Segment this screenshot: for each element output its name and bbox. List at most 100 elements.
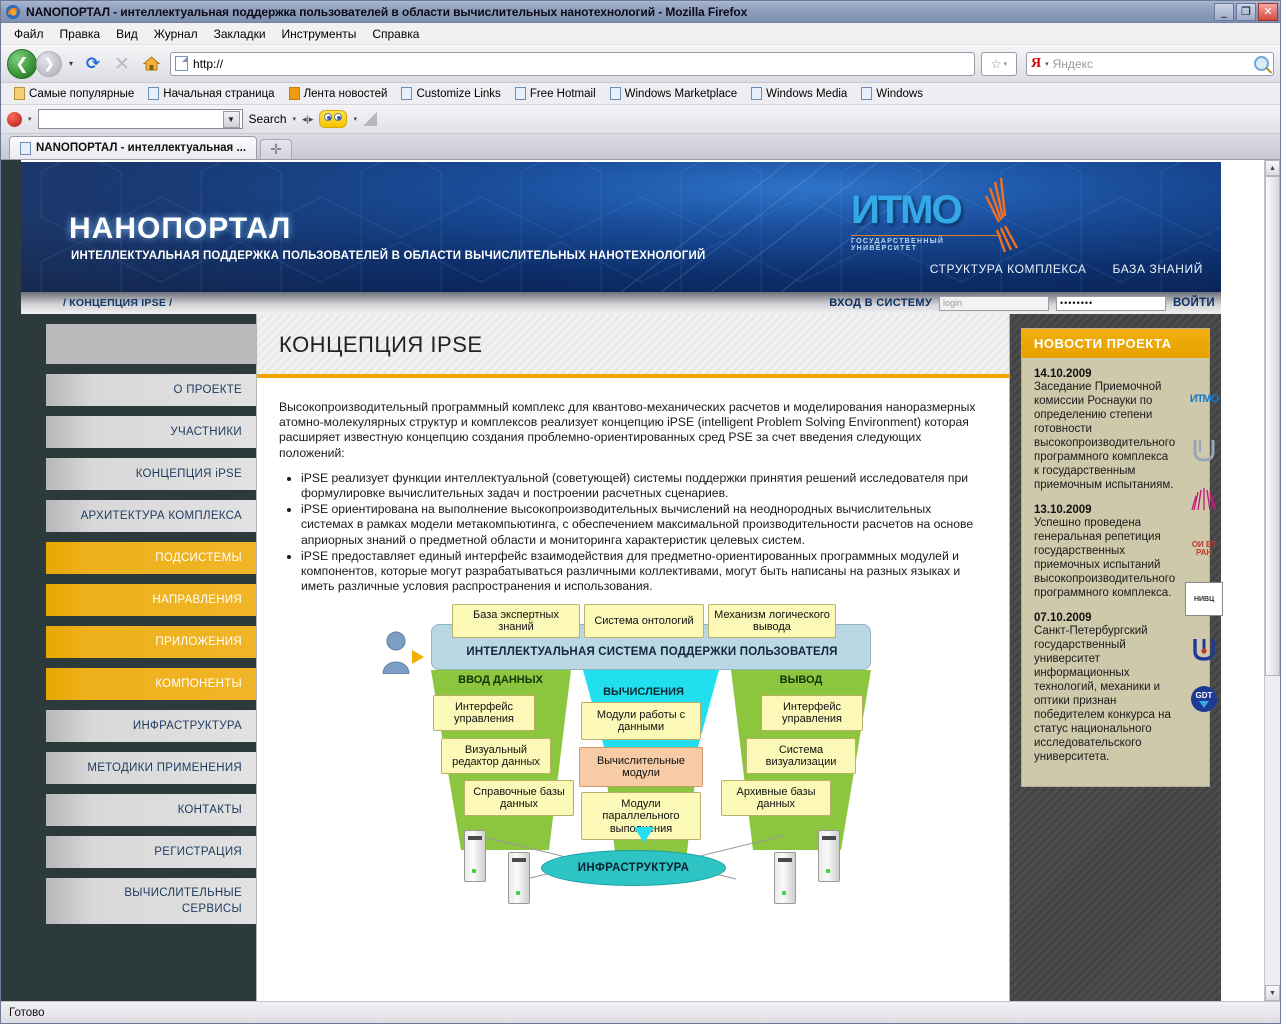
sidebar-item-applications[interactable]: ПРИЛОЖЕНИЯ [46,626,256,658]
ipse-architecture-diagram: ИНТЕЛЛЕКТУАЛЬНАЯ СИСТЕМА ПОДДЕРЖКИ ПОЛЬЗ… [376,602,886,905]
chevron-down-icon[interactable]: ▾ [353,115,357,123]
url-bar[interactable]: http:// [170,51,975,76]
site-banner: НАНОПОРТАЛ ИНТЕЛЛЕКТУАЛЬНАЯ ПОДДЕРЖКА ПО… [21,162,1221,292]
bookmark-item[interactable]: Самые популярные [7,87,141,100]
search-icon[interactable] [1254,56,1269,71]
niivc-msu-logo-icon[interactable] [1185,432,1223,466]
itmo-flame-icon [984,177,1019,253]
scrollbar-thumb[interactable] [1265,176,1280,676]
forward-arrow-icon[interactable]: ❯ [36,50,62,77]
chevron-down-icon[interactable]: ▾ [293,115,297,123]
bookmarks-bar: Самые популярные Начальная страница Лент… [1,83,1280,105]
sidebar-item-compute-services[interactable]: ВЫЧИСЛИТЕЛЬНЫЕ СЕРВИСЫ [46,878,256,924]
itmo-logo-icon[interactable]: ИТМО [1185,382,1223,416]
menu-item-bookmarks[interactable]: Закладки [207,25,273,43]
gray-triangle-icon[interactable] [362,112,377,126]
restore-button[interactable]: ❐ [1236,2,1256,21]
sidebar-item-components[interactable]: КОМПОНЕНТЫ [46,668,256,700]
bookmark-label: Customize Links [416,87,501,100]
scroll-down-button[interactable]: ▼ [1265,985,1280,1001]
news-item[interactable]: 07.10.2009 Санкт-Петербургский государст… [1034,612,1175,764]
article-bullet: iPSE предоставляет единый интерфейс взаи… [301,549,983,595]
news-item[interactable]: 14.10.2009 Заседание Приемочной комиссии… [1034,368,1175,492]
sidebar-item-ipse-concept[interactable]: КОНЦЕПЦИЯ iPSE [46,458,256,490]
page-icon [20,141,31,155]
oivt-ran-logo-icon[interactable]: ОИ ВТ РАН [1185,532,1223,566]
search-engine-dropdown-icon[interactable]: ▾ [1045,60,1049,68]
sidebar-item-infrastructure[interactable]: ИНФРАСТРУКТУРА [46,710,256,742]
itmo-logo[interactable]: ИТМО ГОСУДАРСТВЕННЫЙ УНИВЕРСИТЕТ [851,177,1041,273]
menu-item-history[interactable]: Журнал [147,25,205,43]
back-arrow-icon[interactable]: ❮ [7,48,37,79]
topnav-item-knowledgebase[interactable]: БАЗА ЗНАНИЙ [1112,262,1203,276]
reload-icon[interactable]: ⟳ [80,51,106,77]
sidebar-item-label-line1: ВЫЧИСЛИТЕЛЬНЫЕ [124,887,242,899]
diagram-box-archive-db: Архивные базы данных [721,780,831,817]
diagram-box-compute-modules: Вычислительные модули [579,747,703,788]
bookmark-item[interactable]: Лента новостей [282,87,395,100]
bookmark-star-button[interactable]: ☆ ▾ [981,51,1017,76]
spbu-logo-icon[interactable] [1185,632,1223,666]
yandex-logo-icon: Я [1031,55,1042,71]
sidebar-item-registration[interactable]: РЕГИСТРАЦИЯ [46,836,256,868]
sidebar-item-directions[interactable]: НАПРАВЛЕНИЯ [46,584,256,616]
sidebar-item-subsystems[interactable]: ПОДСИСТЕМЫ [46,542,256,574]
bookmark-item[interactable]: Windows Marketplace [603,87,744,100]
addon-search-label[interactable]: Search [249,112,287,126]
minimize-button[interactable]: _ [1214,2,1234,21]
diagram-box-visualization: Система визуализации [746,738,856,775]
stop-icon[interactable]: ✕ [109,51,135,77]
bookmark-label: Windows Media [766,87,848,100]
login-input[interactable]: login [938,295,1049,311]
scroll-up-button[interactable]: ▲ [1265,160,1280,176]
menu-item-help[interactable]: Справка [365,25,426,43]
close-button[interactable]: ✕ [1258,2,1278,21]
sidebar-item-contacts[interactable]: КОНТАКТЫ [46,794,256,826]
sidebar-item-about[interactable]: О ПРОЕКТЕ [46,374,256,406]
menu-item-view[interactable]: Вид [109,25,145,43]
news-item[interactable]: 13.10.2009 Успешно проведена генеральная… [1034,504,1175,600]
new-tab-button[interactable]: ✛ [260,139,293,159]
menu-item-file[interactable]: Файл [7,25,51,43]
search-bar[interactable]: Я ▾ Яндекс [1026,51,1274,76]
bookmark-item[interactable]: Free Hotmail [508,87,603,100]
bookmark-item[interactable]: Начальная страница [141,87,281,100]
sidebar-item-participants[interactable]: УЧАСТНИКИ [46,416,256,448]
tab-label: NANOПОРТАЛ - интеллектуальная ... [36,142,247,154]
menu-item-tools[interactable]: Инструменты [275,25,364,43]
tab-strip: NANOПОРТАЛ - интеллектуальная ... ✛ [1,134,1280,160]
chevron-down-icon[interactable]: ▾ [28,115,32,123]
folder-icon [14,87,25,100]
rss-icon [288,87,300,100]
sidebar-nav-list: О ПРОЕКТЕ УЧАСТНИКИ КОНЦЕПЦИЯ iPSE АРХИТ… [21,314,256,924]
bookmark-item[interactable]: Windows Media [744,87,854,100]
scrollbar-track[interactable] [1265,176,1280,985]
red-ball-icon[interactable] [7,111,22,127]
chevron-down-icon[interactable]: ▼ [222,110,240,128]
gdt-logo-icon[interactable]: GDT [1185,682,1223,716]
diagram-box-control-interface-left: Интерфейс управления [433,695,535,732]
sidebar-item-methods[interactable]: МЕТОДИКИ ПРИМЕНЕНИЯ [46,752,256,784]
bookmark-item[interactable]: Windows [854,87,930,100]
bookmark-item[interactable]: Customize Links [394,87,507,100]
search-input[interactable]: Яндекс [1053,57,1250,71]
menu-item-edit[interactable]: Правка [53,25,108,43]
bookmark-label: Лента новостей [303,87,388,100]
banner-top-nav: СТРУКТУРА КОМПЛЕКСА БАЗА ЗНАНИЙ [930,262,1203,276]
tab-active[interactable]: NANOПОРТАЛ - интеллектуальная ... [9,136,258,159]
vertical-scrollbar[interactable]: ▲ ▼ [1264,160,1280,1001]
bookmark-label: Начальная страница [163,87,275,100]
history-dropdown-icon[interactable]: ▾ [65,59,77,68]
topnav-item-structure[interactable]: СТРУКТУРА КОМПЛЕКСА [930,262,1087,276]
smiley-icon[interactable] [319,110,348,128]
addon-search-input[interactable]: ▼ [37,109,243,129]
nivc-logo-icon[interactable]: НИВЦ [1185,582,1224,616]
mgu-star-logo-icon[interactable] [1185,482,1223,516]
login-submit-button[interactable]: ВОЙТИ [1173,297,1215,309]
chevron-down-icon: ▾ [1003,60,1008,68]
password-input[interactable]: •••••••• [1055,295,1166,311]
url-text[interactable]: http:// [193,57,970,71]
sidebar-item-architecture[interactable]: АРХИТЕКТУРА КОМПЛЕКСА [46,500,256,532]
breadcrumb[interactable]: / КОНЦЕПЦИЯ IPSE / [63,297,172,309]
home-icon[interactable] [138,51,164,77]
